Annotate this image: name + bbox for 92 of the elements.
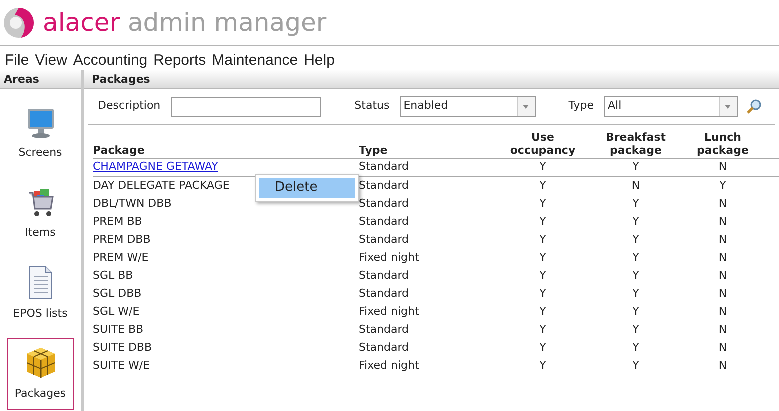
table-cell: N [718,250,728,264]
caret-icon [523,104,530,108]
table-cell: SGL W/E [93,304,140,318]
table-cell: SUITE W/E [93,358,150,372]
table-cell: Y [632,160,640,174]
table-cell: Standard [359,232,410,246]
table-cell: Y [540,232,546,246]
table-cell: Y [632,268,640,282]
table-cell: Y [540,268,546,282]
menu-item[interactable]: Reports [154,52,206,70]
product-name: admin manager [128,8,327,37]
table-cell: N [718,214,728,228]
table-cell: N [718,196,728,210]
status-label: Status [354,98,390,114]
description-field[interactable] [170,96,321,116]
table-cell: Y [540,304,546,318]
table-cell: Fixed night [359,358,420,372]
table-cell: Standard [359,160,410,174]
table-cell: Y [632,340,640,354]
type-label: Type [568,98,594,114]
table-cell: Y [540,340,546,354]
table-cell: Y [632,304,640,318]
table-cell: N [718,232,728,246]
table-cell: SGL DBB [93,286,142,300]
table-cell: SUITE BB [93,322,144,336]
table-cell: Y [540,250,546,264]
search-icon[interactable] [746,98,762,114]
table-cell: N [718,340,728,354]
status-dropdown[interactable]: Enabled [400,96,536,117]
table-cell: N [632,178,640,192]
table-cell: N [718,358,728,372]
table-cell: Y [632,286,640,300]
sidebar-item[interactable]: Items [7,178,74,250]
package-link[interactable]: CHAMPAGNE GETAWAY [93,160,218,174]
table-cell: N [718,304,728,318]
table-cell: Y [540,196,546,210]
menu-item[interactable]: Accounting [73,52,148,70]
menu-item[interactable]: Delete [259,178,355,198]
table-cell: Standard [359,286,410,300]
table-cell: Standard [359,178,410,192]
sidebar-header: Areas [0,70,81,89]
table-cell: Y [632,214,640,228]
column-header: Lunch package [696,131,750,158]
column-header: Package [93,144,146,158]
table-cell: N [718,322,728,336]
menu-item[interactable]: File [5,52,30,70]
table-cell: N [718,268,728,282]
table-cell: Standard [359,340,410,354]
sidebar-item[interactable]: EPOS lists [7,258,74,330]
document-icon [28,266,54,300]
menu-item[interactable]: View [35,52,68,70]
menu-item[interactable]: Help [304,52,335,70]
sidebar-item[interactable]: Packages [7,338,74,410]
table-cell: DBL/TWN DBB [93,196,172,210]
table-cell: Y [540,214,546,228]
table-cell: Y [540,358,546,372]
table-cell: Y [720,178,726,192]
menu-item[interactable]: Maintenance [212,52,298,70]
table-cell: Fixed night [359,250,420,264]
type-dropdown[interactable]: All [604,96,738,117]
table-cell: Y [540,322,546,336]
table-cell: SGL BB [93,268,134,282]
table-cell: Y [632,358,640,372]
table-cell: PREM DBB [93,232,151,246]
table-cell: N [718,160,728,174]
caret-icon [725,104,732,108]
column-header: Use occupancy [509,131,577,158]
table-cell: PREM W/E [93,250,149,264]
table-cell: Fixed night [359,304,420,318]
table-cell: N [718,286,728,300]
logo-icon [3,6,35,38]
column-header: Breakfast package [604,131,668,158]
table-cell: SUITE DBB [93,340,152,354]
brand-name: alacer [43,8,120,37]
description-label: Description [98,98,161,114]
column-header: Type [359,144,389,158]
table-cell: Y [632,196,640,210]
monitor-icon [26,106,56,139]
table-cell: Y [540,286,546,300]
panel-header: Packages [84,70,779,89]
table-cell: Standard [359,268,410,282]
table-cell: Standard [359,214,410,228]
table-cell: Y [632,232,640,246]
table-cell: Standard [359,196,410,210]
table-cell: Standard [359,322,410,336]
table-cell: Y [632,250,640,264]
table-cell: PREM BB [93,214,142,228]
table-cell: Y [632,322,640,336]
sidebar-item[interactable]: Screens [7,98,74,170]
table-cell: DAY DELEGATE PACKAGE [93,178,230,192]
table-cell: Y [540,178,546,192]
table-cell: Y [540,160,546,174]
